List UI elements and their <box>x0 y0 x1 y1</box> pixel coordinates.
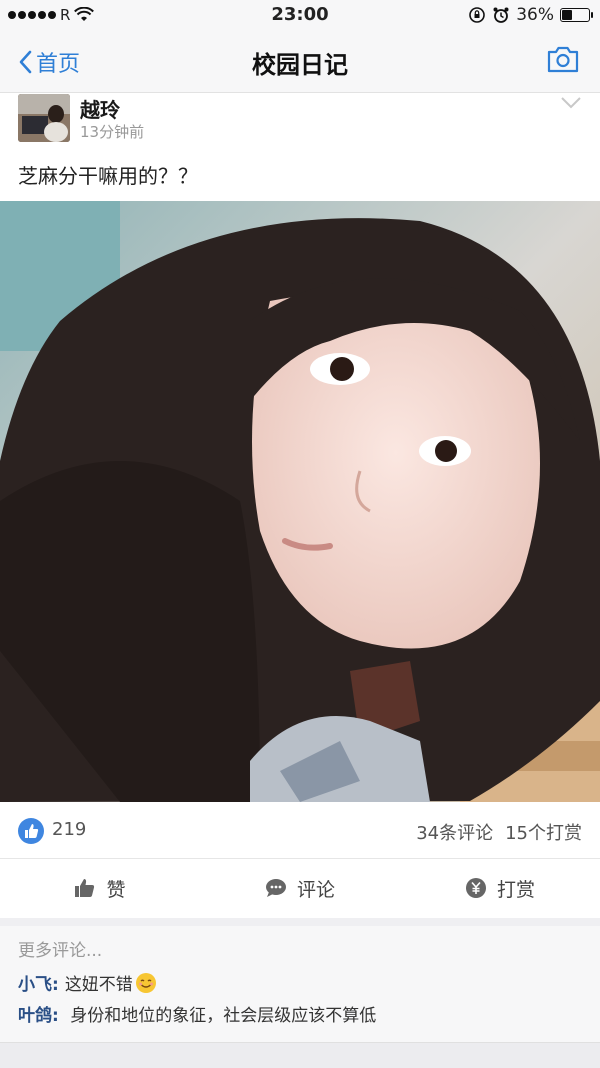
comment-item[interactable]: 小飞: 这妞不错 <box>18 970 156 995</box>
more-comments-link[interactable]: 更多评论... <box>18 936 102 961</box>
chevron-down-icon[interactable] <box>560 96 582 110</box>
rotation-lock-icon <box>469 7 486 23</box>
yen-coin-icon <box>465 878 486 898</box>
camera-icon[interactable] <box>546 44 580 74</box>
smile-emoji-icon <box>135 972 156 993</box>
navigation-bar: 首页 校园日记 <box>0 30 600 93</box>
comment-text: 这妞不错 <box>64 975 133 995</box>
status-bar: R 23:00 36% <box>0 0 600 30</box>
comment-item[interactable]: 叶鸽: 身份和地位的象征，社会层级应该不算低 <box>18 1001 376 1026</box>
tip-count[interactable]: 15个打赏 <box>505 819 582 845</box>
battery-icon <box>560 8 593 22</box>
tip-label: 打赏 <box>496 878 535 901</box>
author-name[interactable]: 越玲 <box>80 94 120 123</box>
post-time: 13分钟前 <box>80 123 145 141</box>
alarm-icon <box>493 7 509 23</box>
avatar[interactable] <box>18 94 70 142</box>
comment-count[interactable]: 34条评论 <box>416 819 493 845</box>
next-post-divider <box>0 1042 600 1068</box>
thumbs-up-icon <box>18 818 44 844</box>
comment-label: 评论 <box>296 878 335 901</box>
tip-button[interactable]: 打赏 <box>400 858 600 918</box>
post-photo[interactable] <box>0 201 600 802</box>
post-stats: 219 34条评论 15个打赏 <box>0 802 600 859</box>
thumbs-up-icon <box>75 879 95 897</box>
page-title: 校园日记 <box>252 51 348 79</box>
like-button[interactable]: 赞 <box>0 858 200 918</box>
comment-icon <box>265 879 286 897</box>
like-label: 赞 <box>106 878 126 901</box>
commenter-name[interactable]: 小飞: <box>18 970 59 995</box>
like-count[interactable]: 219 <box>52 819 86 840</box>
battery-percent: 36% <box>516 5 554 25</box>
comment-button[interactable]: 评论 <box>200 858 400 918</box>
commenter-name[interactable]: 叶鸽: <box>18 1006 59 1026</box>
comments-section: 更多评论... 小飞: 这妞不错 叶鸽: 身份和地位的象征，社会层级应该不算低 <box>0 926 600 1042</box>
status-right: 36% <box>468 5 593 25</box>
action-bar: 赞 评论 打赏 <box>0 858 600 926</box>
post-text: 芝麻分干嘛用的？？ <box>18 164 198 188</box>
comment-text: 身份和地位的象征，社会层级应该不算低 <box>70 1006 377 1026</box>
